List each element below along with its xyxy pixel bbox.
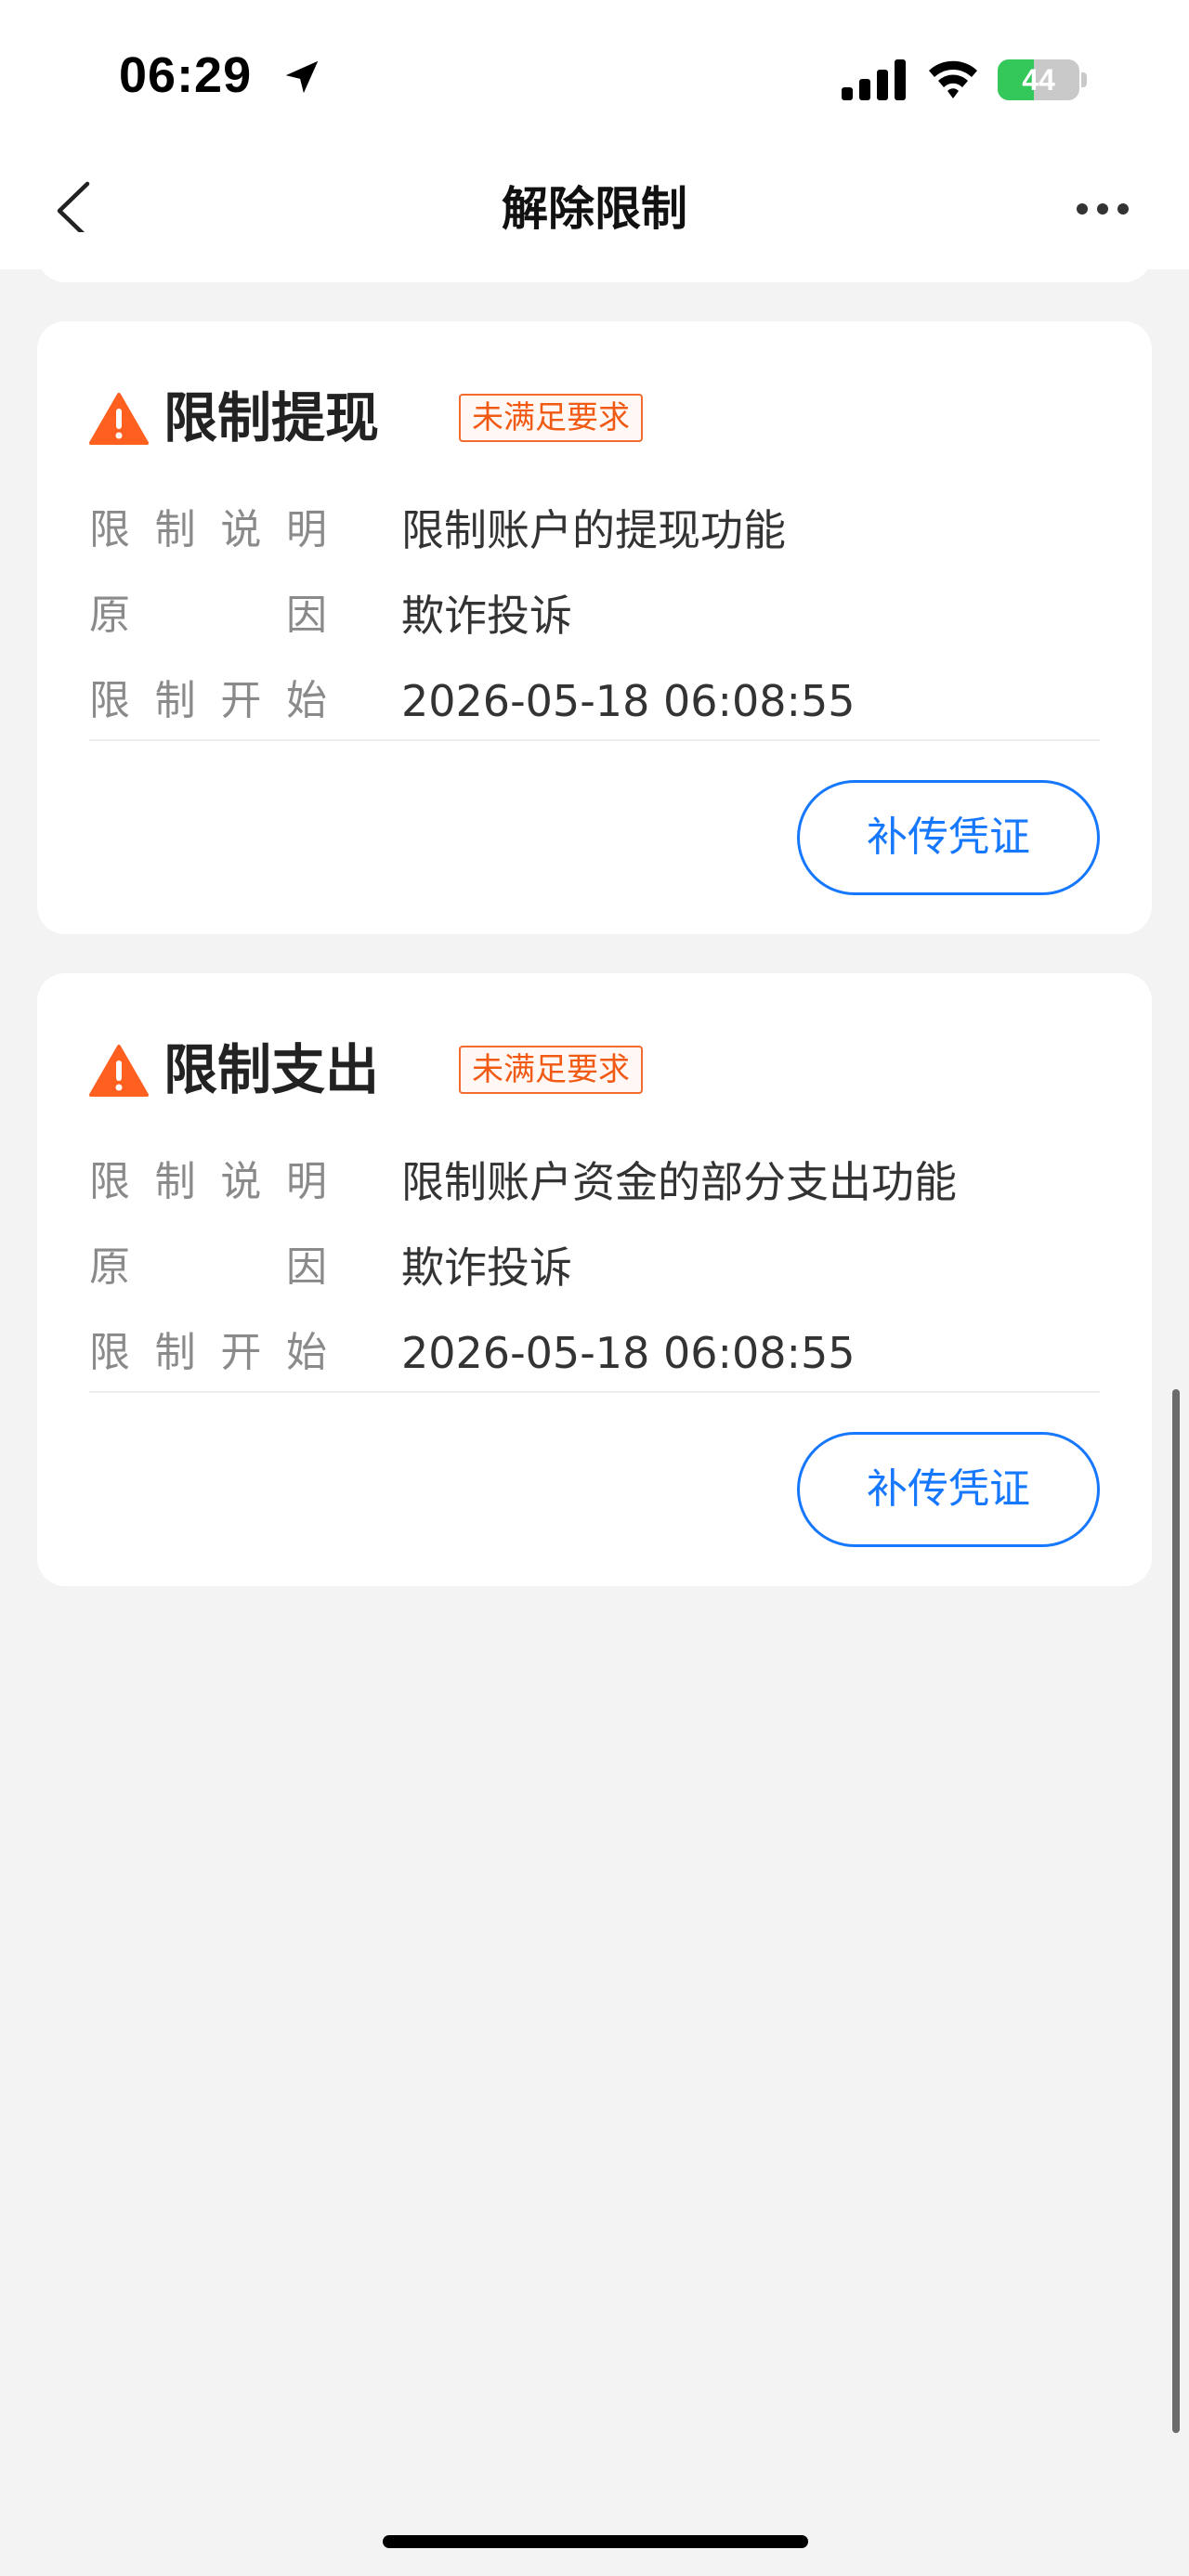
- warning-icon: [89, 1045, 149, 1097]
- status-bar: 06:29 44: [0, 0, 1189, 149]
- info-row-start-time: 限制开始 2026-05-18 06:08:55: [89, 669, 1111, 734]
- battery-level: 44: [1022, 63, 1055, 97]
- status-badge: 未满足要求: [459, 1046, 643, 1094]
- info-row-reason: 原因 欺诈投诉: [89, 583, 1111, 648]
- info-value: 欺诈投诉: [401, 1242, 572, 1293]
- info-label: 原因: [89, 1243, 327, 1291]
- card-title: 限制提现: [163, 386, 380, 449]
- info-row-description: 限制说明 限制账户的提现功能: [89, 498, 1111, 563]
- divider: [89, 1391, 1100, 1393]
- home-indicator[interactable]: [383, 2535, 808, 2548]
- info-row-start-time: 限制开始 2026-05-18 06:08:55: [89, 1321, 1111, 1386]
- info-value: 限制账户资金的部分支出功能: [401, 1157, 957, 1207]
- upload-proof-button[interactable]: 补传凭证: [797, 1432, 1100, 1547]
- card-title: 限制支出: [163, 1038, 380, 1101]
- info-value: 限制账户的提现功能: [401, 505, 786, 555]
- status-time: 06:29: [119, 47, 253, 103]
- divider: [89, 739, 1100, 741]
- more-dots-icon[interactable]: [1076, 195, 1130, 223]
- restriction-card-withdraw: 限制提现 未满足要求 限制说明 限制账户的提现功能 原因 欺诈投诉 限制开始 2…: [37, 321, 1152, 934]
- battery-indicator: 44: [998, 59, 1087, 100]
- info-value: 2026-05-18 06:08:55: [401, 1328, 856, 1378]
- wifi-icon: [929, 60, 977, 98]
- info-value: 欺诈投诉: [401, 591, 572, 641]
- status-badge: 未满足要求: [459, 394, 643, 442]
- info-row-description: 限制说明 限制账户资金的部分支出功能: [89, 1150, 1111, 1215]
- warning-icon: [89, 393, 149, 445]
- upload-proof-button[interactable]: 补传凭证: [797, 780, 1100, 895]
- location-arrow-icon: [285, 60, 319, 94]
- info-label: 原因: [89, 592, 327, 639]
- info-row-reason: 原因 欺诈投诉: [89, 1235, 1111, 1300]
- cellular-signal-icon: [842, 59, 906, 100]
- info-label: 限制开始: [89, 677, 327, 724]
- info-label: 限制开始: [89, 1329, 327, 1376]
- scrollbar[interactable]: [1172, 1389, 1180, 2433]
- info-label: 限制说明: [89, 506, 327, 553]
- previous-card-edge: [37, 232, 1152, 282]
- info-value: 2026-05-18 06:08:55: [401, 676, 856, 726]
- info-label: 限制说明: [89, 1158, 327, 1205]
- restriction-card-spending: 限制支出 未满足要求 限制说明 限制账户资金的部分支出功能 原因 欺诈投诉 限制…: [37, 973, 1152, 1586]
